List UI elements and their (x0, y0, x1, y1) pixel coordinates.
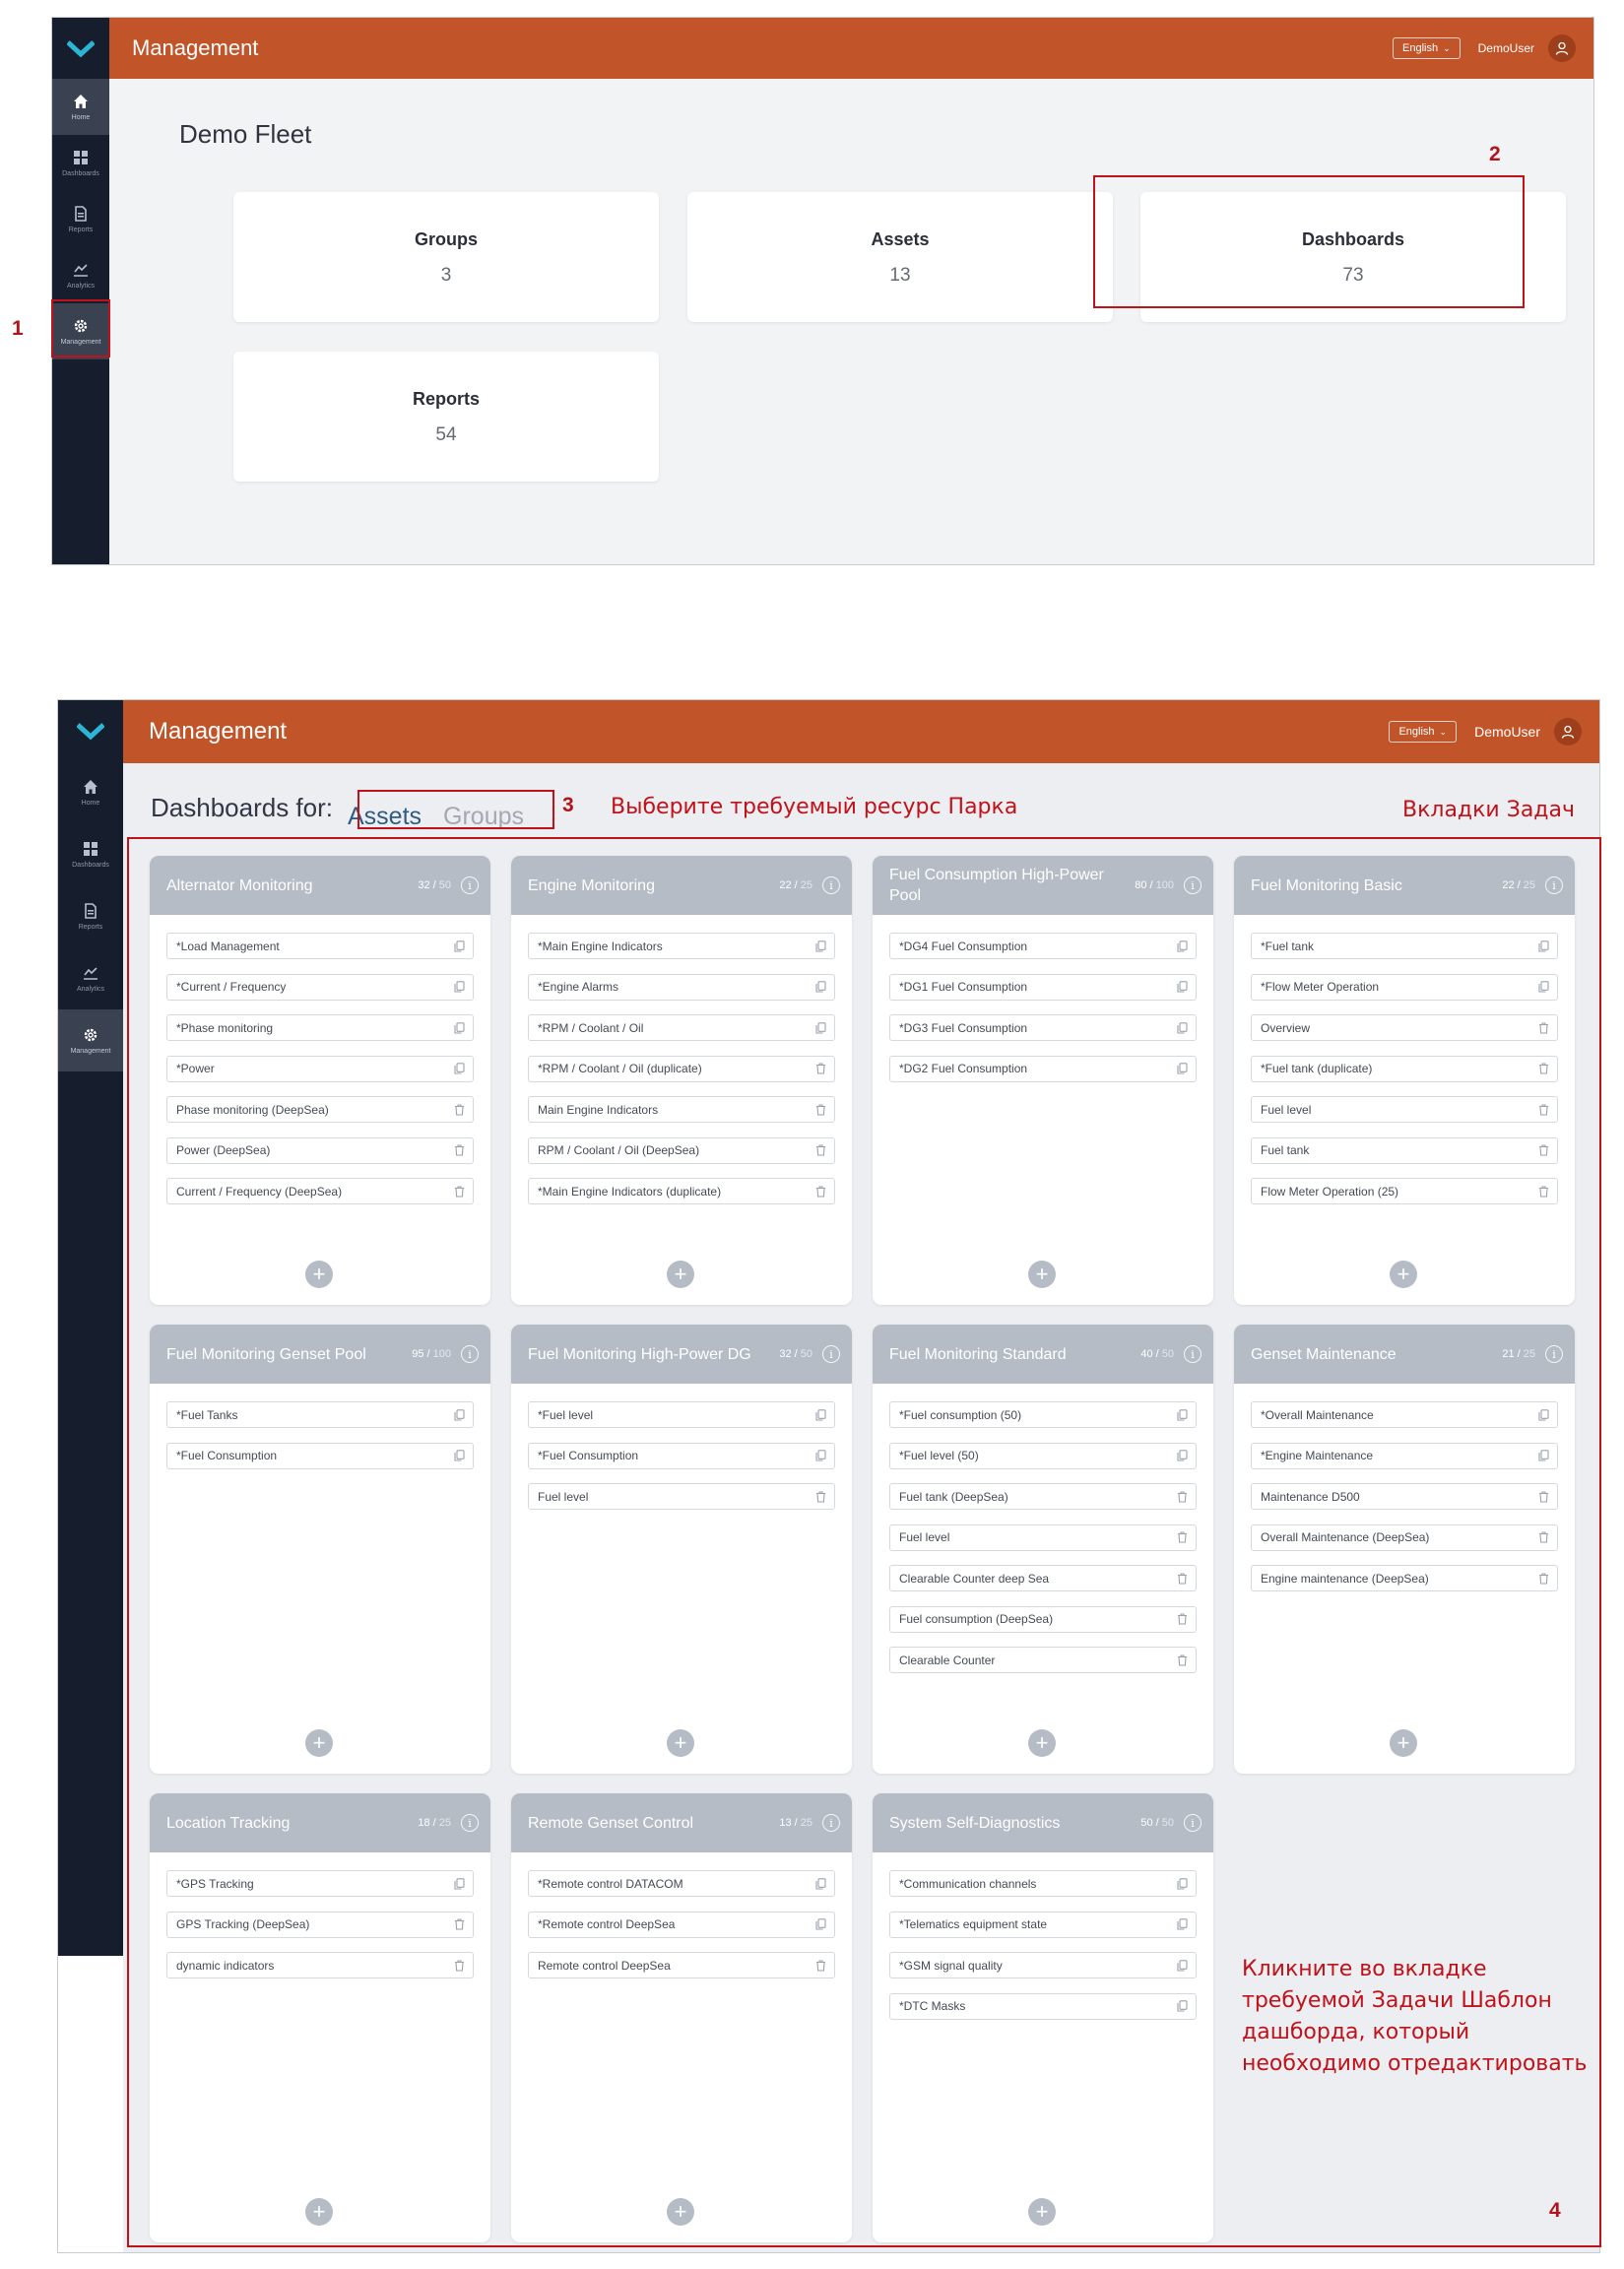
card-assets[interactable]: Assets 13 (687, 192, 1113, 322)
card-reports[interactable]: Reports 54 (233, 352, 659, 482)
nav-dashboards[interactable]: Dashboards (58, 823, 123, 885)
logo[interactable] (52, 18, 109, 79)
highlight-resource-tabs (357, 790, 554, 829)
reports-icon (85, 902, 97, 919)
nav-reports[interactable]: Reports (58, 885, 123, 947)
logo-icon (67, 40, 95, 58)
card-value: 3 (440, 265, 452, 286)
card-label: Reports (412, 389, 480, 409)
note-task-tabs: Вкладки Задач (1402, 798, 1575, 822)
main-content: Demo Fleet Groups 3 Assets 13 Dashboards… (109, 79, 1593, 564)
user-icon (1561, 725, 1575, 739)
nav-label: Management (70, 1047, 111, 1055)
card-value: 13 (889, 265, 911, 286)
card-label: Assets (871, 229, 930, 249)
user-icon (1555, 41, 1569, 55)
header-bar: Management English ⌄ DemoUser (123, 700, 1599, 763)
note-line: дашборда, который (1242, 2020, 1470, 2044)
card-groups[interactable]: Groups 3 (233, 192, 659, 322)
analytics-icon (84, 966, 97, 980)
page-title: Management (149, 718, 288, 745)
nav-dashboards[interactable]: Dashboards (52, 135, 109, 191)
card-label: Groups (414, 229, 478, 249)
note-click-template: Кликните во вкладке требуемой Задачи Шаб… (1242, 1954, 1588, 2080)
nav-reports[interactable]: Reports (52, 191, 109, 247)
reports-icon (75, 205, 87, 222)
home-icon (74, 94, 88, 108)
language-label: English (1398, 726, 1435, 738)
nav-label: Home (71, 113, 91, 121)
note-line: необходимо отредактировать (1242, 2051, 1588, 2076)
note-line: Кликните во вкладке (1242, 1957, 1487, 1981)
logo-icon (77, 723, 104, 741)
dashboards-icon (84, 841, 97, 856)
language-selector[interactable]: English ⌄ (1393, 37, 1461, 59)
user-name: DemoUser (1477, 41, 1534, 55)
nav-label: Analytics (76, 985, 104, 993)
note-line: требуемой Задачи Шаблон (1242, 1988, 1552, 2013)
marker-4: 4 (1549, 2199, 1561, 2222)
gear-icon (84, 1028, 97, 1041)
fleet-title: Demo Fleet (179, 119, 312, 149)
marker-3: 3 (562, 794, 574, 816)
language-label: English (1402, 42, 1439, 54)
card-value: 54 (435, 424, 457, 445)
note-select-resource: Выберите требуемый ресурс Парка (611, 795, 1018, 819)
nav-home[interactable]: Home (52, 79, 109, 135)
analytics-icon (74, 263, 88, 277)
marker-2: 2 (1489, 143, 1501, 165)
sidebar: Home Dashboards Reports Analytics Manage… (58, 700, 123, 1956)
nav-management[interactable]: Management (58, 1009, 123, 1071)
user-name: DemoUser (1474, 724, 1540, 740)
language-selector[interactable]: English ⌄ (1389, 721, 1458, 743)
nav-analytics[interactable]: Analytics (52, 247, 109, 303)
nav-label: Dashboards (62, 169, 99, 177)
header-bar: Management English ⌄ DemoUser (109, 18, 1593, 79)
dashboards-icon (74, 150, 88, 164)
nav-label: Reports (78, 923, 103, 931)
sidebar: Home Dashboards Reports Analytics Manage… (52, 18, 109, 564)
dashboards-heading: Dashboards for: (151, 793, 333, 822)
avatar[interactable] (1548, 34, 1576, 62)
nav-label: Home (81, 799, 100, 807)
nav-label: Analytics (66, 282, 95, 290)
page-title: Management (132, 35, 259, 60)
nav-label: Dashboards (72, 861, 109, 869)
marker-1: 1 (12, 317, 24, 340)
nav-analytics[interactable]: Analytics (58, 947, 123, 1009)
highlight-dashboards-card (1093, 175, 1525, 308)
avatar[interactable] (1554, 718, 1582, 746)
home-icon (84, 779, 97, 794)
chevron-down-icon: ⌄ (1443, 42, 1451, 53)
highlight-management-nav (51, 299, 110, 357)
nav-label: Reports (68, 226, 94, 233)
chevron-down-icon: ⌄ (1439, 726, 1448, 737)
nav-home[interactable]: Home (58, 761, 123, 823)
logo[interactable] (58, 700, 123, 761)
